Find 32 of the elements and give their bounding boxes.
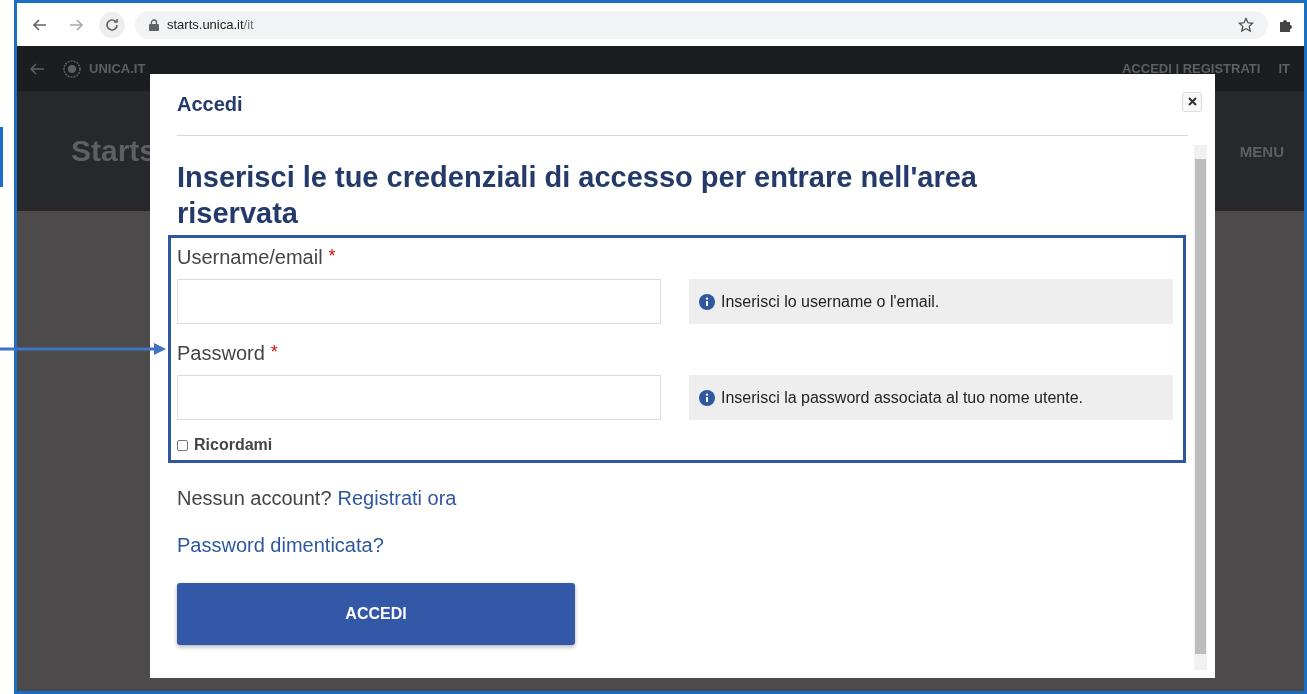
- help-text: Inserisci la password associata al tuo nome utente.: [721, 388, 1083, 407]
- info-icon: [699, 389, 715, 406]
- close-button[interactable]: [1182, 91, 1202, 112]
- dialog-title: Accedi: [177, 93, 243, 116]
- back-icon: [32, 16, 48, 33]
- seal-icon: [63, 59, 81, 78]
- signup-link[interactable]: Registrati ora: [337, 487, 457, 510]
- required-mark: *: [270, 342, 278, 364]
- info-icon: [699, 293, 715, 310]
- help-text: Inserisci lo username o l'email.: [721, 292, 940, 311]
- lock-icon: [149, 18, 159, 31]
- reload-icon: [104, 16, 120, 33]
- close-icon: [1187, 97, 1197, 106]
- field-label: Username/email: [177, 246, 323, 269]
- reload-button[interactable]: [99, 11, 125, 38]
- forgot-password-link[interactable]: Password dimenticata?: [177, 534, 384, 557]
- checkbox[interactable]: [177, 439, 188, 451]
- checkbox-label: Ricordami: [194, 436, 273, 454]
- url-text: starts.unica.it/it: [167, 17, 254, 32]
- scrollbar[interactable]: [1194, 145, 1207, 670]
- signup-prompt: Nessun account?: [177, 487, 332, 510]
- required-mark: *: [328, 246, 336, 268]
- star-icon[interactable]: [1238, 16, 1254, 33]
- submit-button[interactable]: ACCEDI: [177, 583, 575, 645]
- input-field[interactable]: [177, 279, 661, 324]
- back-arrow-icon[interactable]: [29, 61, 45, 76]
- forward-icon: [68, 16, 84, 33]
- dialog-heading: Inserisci le tue credenziali di accesso per entrare nell'area riservata: [177, 160, 978, 231]
- address-bar[interactable]: starts.unica.it/it: [135, 10, 1268, 39]
- annotation-bracket: [0, 127, 3, 187]
- input-field[interactable]: [177, 375, 661, 420]
- field-label: Password: [177, 342, 265, 365]
